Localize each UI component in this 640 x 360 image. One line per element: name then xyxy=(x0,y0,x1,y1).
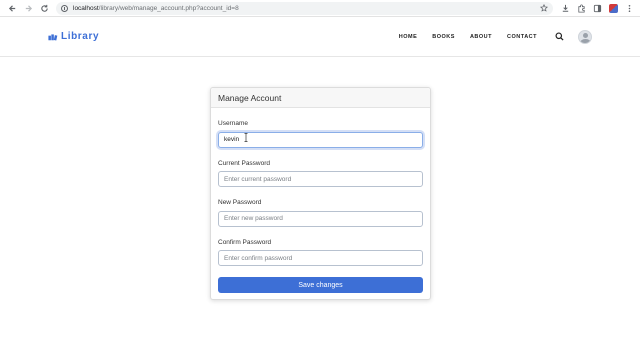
username-input[interactable] xyxy=(218,131,423,148)
back-icon[interactable] xyxy=(6,2,18,14)
bookmark-star-icon[interactable] xyxy=(539,0,549,17)
confirm-password-field-group: Confirm Password xyxy=(218,238,423,266)
nav-home[interactable]: HOME xyxy=(399,34,418,40)
manage-account-card: Manage Account Username Current Password… xyxy=(210,87,431,300)
more-menu-icon[interactable] xyxy=(625,4,634,13)
new-password-field-group: New Password xyxy=(218,198,423,227)
books-icon xyxy=(48,34,58,41)
forward-icon[interactable] xyxy=(22,2,34,14)
side-panel-icon[interactable] xyxy=(593,4,602,13)
main-nav: HOME BOOKS ABOUT CONTACT xyxy=(399,34,537,40)
site-header: Library HOME BOOKS ABOUT CONTACT xyxy=(0,17,640,57)
extension-icon[interactable] xyxy=(609,3,618,13)
extensions-puzzle-icon[interactable] xyxy=(577,3,586,13)
confirm-password-label: Confirm Password xyxy=(218,238,272,246)
text-cursor-icon xyxy=(244,133,248,142)
new-password-input[interactable] xyxy=(218,210,423,227)
nav-contact[interactable]: CONTACT xyxy=(507,34,537,40)
card-header: Manage Account xyxy=(211,88,430,108)
address-bar[interactable]: localhost/library/web/manage_account.php… xyxy=(56,0,553,17)
download-icon[interactable] xyxy=(561,4,570,13)
site-logo[interactable]: Library xyxy=(48,31,99,42)
username-label: Username xyxy=(218,120,248,127)
confirm-password-input[interactable] xyxy=(218,250,423,266)
user-avatar[interactable] xyxy=(578,29,592,44)
card-title: Manage Account xyxy=(218,92,282,103)
save-changes-button[interactable]: Save changes xyxy=(218,277,423,293)
nav-books[interactable]: BOOKS xyxy=(432,34,455,40)
reload-icon[interactable] xyxy=(38,2,50,14)
current-password-label: Current Password xyxy=(218,159,271,167)
site-info-icon[interactable] xyxy=(61,4,68,12)
current-password-field-group: Current Password xyxy=(218,159,423,187)
url-text: localhost/library/web/manage_account.php… xyxy=(73,4,239,12)
logo-text: Library xyxy=(61,31,100,42)
current-password-input[interactable] xyxy=(218,171,423,187)
username-field-group: Username xyxy=(218,119,423,148)
nav-about[interactable]: ABOUT xyxy=(470,34,492,40)
new-password-label: New Password xyxy=(218,199,262,206)
browser-toolbar: localhost/library/web/manage_account.php… xyxy=(0,0,640,17)
search-icon[interactable] xyxy=(553,31,565,43)
